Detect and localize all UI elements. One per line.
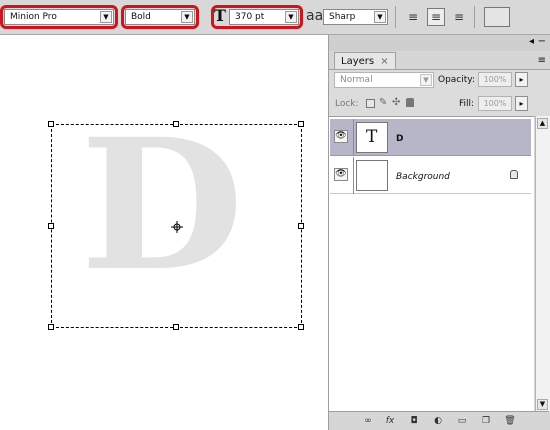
layer-name: D [396,134,404,144]
transform-handle[interactable] [298,223,304,229]
transform-handle[interactable] [48,121,54,127]
layer-row-d[interactable]: 👁 T D [330,119,531,156]
link-layers-icon[interactable]: ∞ [361,415,375,427]
layers-bottom-toolbar: ∞ fx ◘ ◐ ▭ ❐ 🗑 [329,411,549,430]
new-layer-icon[interactable]: ❐ [479,415,493,427]
reference-point-icon[interactable] [171,221,183,233]
transform-handle[interactable] [298,324,304,330]
lock-all-icon[interactable] [406,98,414,107]
layers-scrollbar[interactable]: ▲ ▼ [535,116,550,412]
scroll-down-icon[interactable]: ▼ [537,399,548,410]
minimize-icon[interactable]: − [538,37,546,47]
font-size-value: 370 pt [235,12,265,22]
panel-top-strip [329,35,550,51]
text-layer-thumbnail: T [356,122,388,153]
font-style-value: Bold [131,12,151,22]
font-size-icon: T [214,6,226,25]
toolbar-separator [395,6,396,28]
tab-layers-label: Layers [341,56,375,67]
fill-value: 100% [483,99,507,108]
lock-transparency-icon[interactable] [366,99,375,108]
lock-label: Lock: [335,99,359,109]
font-family-dropdown[interactable]: Minion Pro ▼ [4,9,114,25]
font-family-value: Minion Pro [10,12,57,22]
close-icon[interactable]: × [380,56,388,67]
layers-panel: ◂ − Layers × ≡ Normal ▼ Opacity: 100% ▸ … [328,35,550,430]
layers-list: 👁 T D 👁 Background [329,116,534,413]
transform-handle[interactable] [48,324,54,330]
transform-handle[interactable] [173,324,179,330]
chevron-down-icon[interactable]: ▼ [181,11,193,23]
layer-divider [353,119,354,156]
antialias-icon: aa [306,8,324,24]
blend-mode-dropdown[interactable]: Normal ▼ [334,72,434,88]
layer-mask-icon[interactable]: ◘ [407,415,421,427]
layer-divider [353,157,354,194]
antialias-value: Sharp [329,12,356,22]
visibility-eye-icon[interactable]: 👁 [334,168,348,181]
blend-mode-value: Normal [340,75,373,85]
layer-name: Background [396,172,450,182]
opacity-value: 100% [483,75,507,84]
align-center-icon[interactable]: ≡ [427,8,445,26]
layer-style-icon[interactable]: fx [383,415,397,427]
opacity-arrow-icon[interactable]: ▸ [515,72,528,87]
transform-handle[interactable] [173,121,179,127]
toolbar-separator [474,6,475,28]
align-left-icon[interactable]: ≡ [404,8,422,26]
font-size-dropdown[interactable]: 370 pt ▼ [229,9,299,25]
layer-lock-icon [510,170,518,179]
opacity-label: Opacity: [438,75,475,85]
document-canvas[interactable]: D [0,35,328,430]
new-group-icon[interactable]: ▭ [455,415,469,427]
options-bar: Minion Pro ▼ Bold ▼ T 370 pt ▼ aa Sharp … [0,0,550,35]
chevron-down-icon[interactable]: ▼ [374,11,386,23]
transform-bounding-box[interactable] [48,121,304,330]
transform-handle[interactable] [298,121,304,127]
adjustment-layer-icon[interactable]: ◐ [431,415,445,427]
visibility-eye-icon[interactable]: 👁 [334,130,348,143]
scroll-up-icon[interactable]: ▲ [537,118,548,129]
lock-move-icon[interactable]: ✣ [392,96,400,109]
collapse-icon[interactable]: ◂ [529,37,534,47]
layer-row-background[interactable]: 👁 Background [330,157,531,194]
font-style-dropdown[interactable]: Bold ▼ [125,9,195,25]
trash-icon[interactable]: 🗑 [503,415,517,427]
fill-arrow-icon[interactable]: ▸ [515,96,528,111]
fill-field[interactable]: 100% [478,96,512,111]
text-layer-icon: T [366,127,378,147]
fill-label: Fill: [459,99,475,109]
antialias-dropdown[interactable]: Sharp ▼ [323,9,388,25]
opacity-field[interactable]: 100% [478,72,512,87]
chevron-down-icon[interactable]: ▼ [100,11,112,23]
transform-handle[interactable] [48,223,54,229]
chevron-down-icon[interactable]: ▼ [285,11,297,23]
chevron-down-icon[interactable]: ▼ [420,74,432,86]
align-right-icon[interactable]: ≡ [450,8,468,26]
tab-layers[interactable]: Layers × [334,52,396,69]
text-color-swatch[interactable] [484,7,510,27]
background-layer-thumbnail [356,160,388,191]
panel-menu-icon[interactable]: ≡ [538,56,546,66]
lock-paint-icon[interactable]: ✎ [379,96,387,109]
